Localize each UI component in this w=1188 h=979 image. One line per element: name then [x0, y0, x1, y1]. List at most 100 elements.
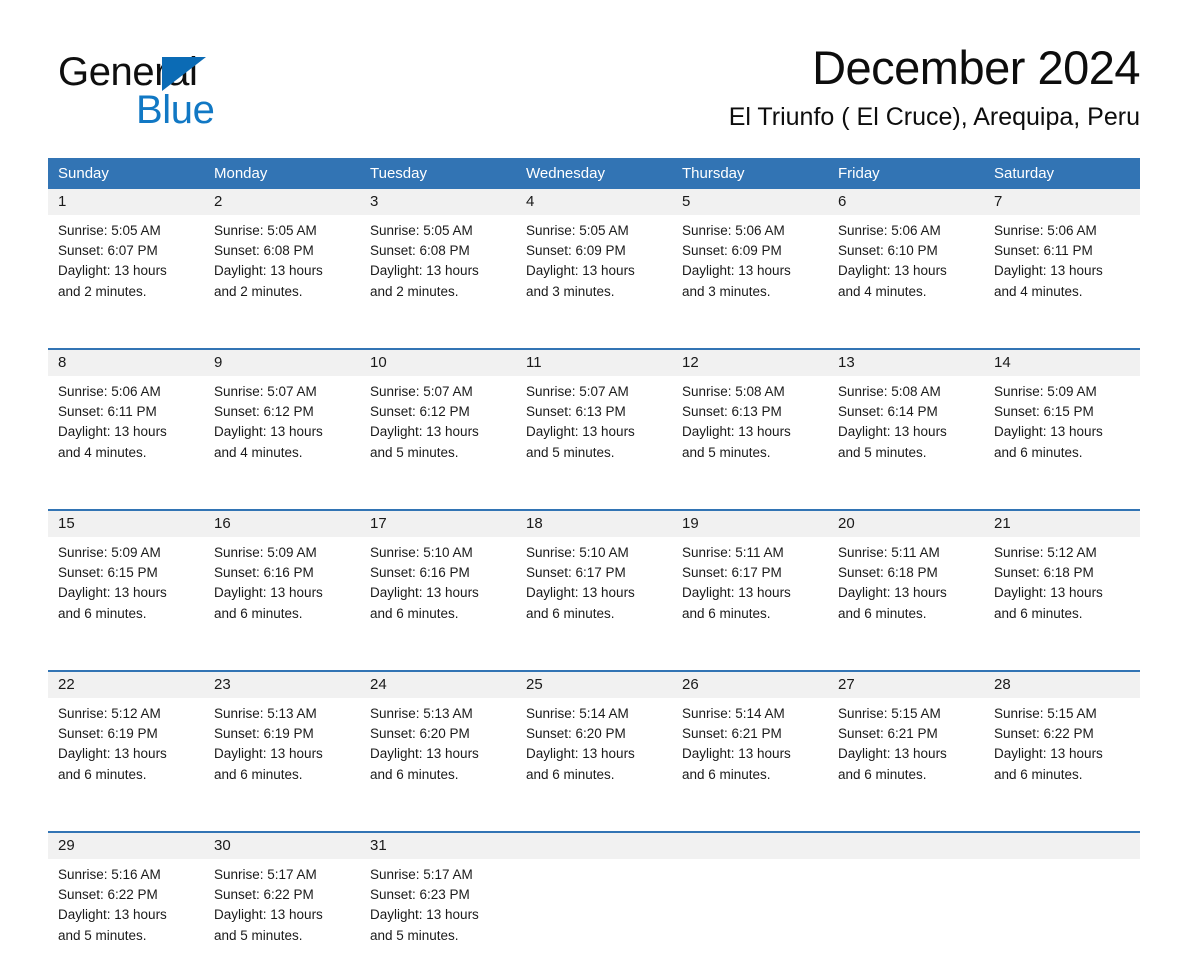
day-cell[interactable]: Sunrise: 5:15 AM Sunset: 6:21 PM Dayligh…	[828, 698, 984, 831]
daylight-text-line1: Daylight: 13 hours	[994, 746, 1103, 762]
sunrise-text: Sunrise: 5:06 AM	[994, 223, 1097, 238]
day-details: Sunrise: 5:09 AM Sunset: 6:16 PM Dayligh…	[204, 537, 360, 624]
sunrise-text: Sunrise: 5:07 AM	[526, 384, 629, 399]
day-cell[interactable]: Sunrise: 5:08 AM Sunset: 6:14 PM Dayligh…	[828, 376, 984, 509]
daylight-text-line2: and 6 minutes.	[370, 605, 459, 621]
day-number[interactable]: 25	[516, 672, 672, 698]
sunset-text: Sunset: 6:21 PM	[838, 726, 938, 742]
day-cell[interactable]: Sunrise: 5:09 AM Sunset: 6:15 PM Dayligh…	[984, 376, 1140, 509]
day-number-empty	[516, 833, 672, 859]
sunset-text: Sunset: 6:09 PM	[682, 243, 782, 259]
weekday-monday: Monday	[214, 165, 268, 182]
day-cell[interactable]: Sunrise: 5:12 AM Sunset: 6:18 PM Dayligh…	[984, 537, 1140, 670]
day-cell[interactable]: Sunrise: 5:06 AM Sunset: 6:10 PM Dayligh…	[828, 215, 984, 348]
sunrise-text: Sunrise: 5:07 AM	[370, 384, 473, 399]
day-number[interactable]: 26	[672, 672, 828, 698]
day-cell[interactable]: Sunrise: 5:05 AM Sunset: 6:07 PM Dayligh…	[48, 215, 204, 348]
day-number[interactable]: 28	[984, 672, 1140, 698]
week-body: Sunrise: 5:06 AM Sunset: 6:11 PM Dayligh…	[48, 376, 1140, 509]
day-cell[interactable]: Sunrise: 5:06 AM Sunset: 6:11 PM Dayligh…	[48, 376, 204, 509]
day-cell[interactable]: Sunrise: 5:13 AM Sunset: 6:19 PM Dayligh…	[204, 698, 360, 831]
day-cell[interactable]: Sunrise: 5:13 AM Sunset: 6:20 PM Dayligh…	[360, 698, 516, 831]
day-number[interactable]: 20	[828, 511, 984, 537]
daynumber-band: 15 16 17 18 19 20 21	[48, 511, 1140, 537]
day-number[interactable]: 12	[672, 350, 828, 376]
day-cell[interactable]: Sunrise: 5:07 AM Sunset: 6:12 PM Dayligh…	[360, 376, 516, 509]
day-number[interactable]: 15	[48, 511, 204, 537]
daynumber-band: 1 2 3 4 5 6 7	[48, 189, 1140, 215]
daylight-text-line2: and 4 minutes.	[214, 444, 303, 460]
day-number[interactable]: 8	[48, 350, 204, 376]
daylight-text-line1: Daylight: 13 hours	[526, 746, 635, 762]
day-details: Sunrise: 5:17 AM Sunset: 6:23 PM Dayligh…	[360, 859, 516, 946]
daylight-text-line1: Daylight: 13 hours	[370, 907, 479, 923]
day-cell[interactable]: Sunrise: 5:09 AM Sunset: 6:16 PM Dayligh…	[204, 537, 360, 670]
day-cell[interactable]: Sunrise: 5:14 AM Sunset: 6:20 PM Dayligh…	[516, 698, 672, 831]
daylight-text-line1: Daylight: 13 hours	[214, 424, 323, 440]
day-cell[interactable]: Sunrise: 5:11 AM Sunset: 6:18 PM Dayligh…	[828, 537, 984, 670]
generalblue-logo[interactable]: General Blue	[58, 50, 318, 132]
day-cell[interactable]: Sunrise: 5:05 AM Sunset: 6:09 PM Dayligh…	[516, 215, 672, 348]
sunrise-text: Sunrise: 5:17 AM	[214, 867, 317, 882]
sunset-text: Sunset: 6:14 PM	[838, 404, 938, 420]
sunrise-text: Sunrise: 5:05 AM	[370, 223, 473, 238]
day-cell[interactable]: Sunrise: 5:17 AM Sunset: 6:23 PM Dayligh…	[360, 859, 516, 979]
day-number[interactable]: 1	[48, 189, 204, 215]
day-number[interactable]: 4	[516, 189, 672, 215]
day-number[interactable]: 30	[204, 833, 360, 859]
day-number[interactable]: 22	[48, 672, 204, 698]
week-body: Sunrise: 5:16 AM Sunset: 6:22 PM Dayligh…	[48, 859, 1140, 979]
day-cell[interactable]: Sunrise: 5:17 AM Sunset: 6:22 PM Dayligh…	[204, 859, 360, 979]
day-number[interactable]: 23	[204, 672, 360, 698]
day-number[interactable]: 3	[360, 189, 516, 215]
daylight-text-line1: Daylight: 13 hours	[58, 424, 167, 440]
daylight-text-line1: Daylight: 13 hours	[214, 263, 323, 279]
day-number[interactable]: 17	[360, 511, 516, 537]
day-cell[interactable]: Sunrise: 5:11 AM Sunset: 6:17 PM Dayligh…	[672, 537, 828, 670]
day-number[interactable]: 31	[360, 833, 516, 859]
day-cell[interactable]: Sunrise: 5:14 AM Sunset: 6:21 PM Dayligh…	[672, 698, 828, 831]
day-number[interactable]: 13	[828, 350, 984, 376]
day-cell[interactable]: Sunrise: 5:05 AM Sunset: 6:08 PM Dayligh…	[204, 215, 360, 348]
sunset-text: Sunset: 6:22 PM	[994, 726, 1094, 742]
daylight-text-line1: Daylight: 13 hours	[838, 585, 947, 601]
day-cell[interactable]: Sunrise: 5:16 AM Sunset: 6:22 PM Dayligh…	[48, 859, 204, 979]
day-cell[interactable]: Sunrise: 5:15 AM Sunset: 6:22 PM Dayligh…	[984, 698, 1140, 831]
day-number[interactable]: 2	[204, 189, 360, 215]
day-number[interactable]: 21	[984, 511, 1140, 537]
day-cell[interactable]: Sunrise: 5:06 AM Sunset: 6:09 PM Dayligh…	[672, 215, 828, 348]
day-number[interactable]: 7	[984, 189, 1140, 215]
logo-text-blue: Blue	[136, 88, 215, 132]
sunset-text: Sunset: 6:18 PM	[838, 565, 938, 581]
day-cell[interactable]: Sunrise: 5:05 AM Sunset: 6:08 PM Dayligh…	[360, 215, 516, 348]
week-body: Sunrise: 5:05 AM Sunset: 6:07 PM Dayligh…	[48, 215, 1140, 348]
calendar-week-row: 29 30 31 Sunrise: 5:16 AM Sunset: 6:22 P…	[48, 831, 1140, 979]
day-cell[interactable]: Sunrise: 5:12 AM Sunset: 6:19 PM Dayligh…	[48, 698, 204, 831]
day-number[interactable]: 16	[204, 511, 360, 537]
day-number[interactable]: 27	[828, 672, 984, 698]
day-number[interactable]: 6	[828, 189, 984, 215]
day-details: Sunrise: 5:05 AM Sunset: 6:08 PM Dayligh…	[360, 215, 516, 302]
day-number[interactable]: 18	[516, 511, 672, 537]
day-number[interactable]: 19	[672, 511, 828, 537]
day-cell[interactable]: Sunrise: 5:09 AM Sunset: 6:15 PM Dayligh…	[48, 537, 204, 670]
day-cell[interactable]: Sunrise: 5:08 AM Sunset: 6:13 PM Dayligh…	[672, 376, 828, 509]
day-number[interactable]: 29	[48, 833, 204, 859]
day-number[interactable]: 24	[360, 672, 516, 698]
day-number[interactable]: 11	[516, 350, 672, 376]
day-number[interactable]: 9	[204, 350, 360, 376]
sunset-text: Sunset: 6:12 PM	[214, 404, 314, 420]
day-cell[interactable]: Sunrise: 5:10 AM Sunset: 6:16 PM Dayligh…	[360, 537, 516, 670]
day-number[interactable]: 14	[984, 350, 1140, 376]
sunset-text: Sunset: 6:22 PM	[214, 887, 314, 903]
sunrise-text: Sunrise: 5:13 AM	[214, 706, 317, 721]
day-details: Sunrise: 5:14 AM Sunset: 6:21 PM Dayligh…	[672, 698, 828, 785]
calendar-week-row: 22 23 24 25 26 27 28 Sunrise: 5:12 AM Su…	[48, 670, 1140, 831]
day-number[interactable]: 10	[360, 350, 516, 376]
day-cell[interactable]: Sunrise: 5:07 AM Sunset: 6:13 PM Dayligh…	[516, 376, 672, 509]
daylight-text-line2: and 6 minutes.	[994, 444, 1083, 460]
day-number[interactable]: 5	[672, 189, 828, 215]
day-cell[interactable]: Sunrise: 5:10 AM Sunset: 6:17 PM Dayligh…	[516, 537, 672, 670]
day-cell[interactable]: Sunrise: 5:06 AM Sunset: 6:11 PM Dayligh…	[984, 215, 1140, 348]
day-cell[interactable]: Sunrise: 5:07 AM Sunset: 6:12 PM Dayligh…	[204, 376, 360, 509]
